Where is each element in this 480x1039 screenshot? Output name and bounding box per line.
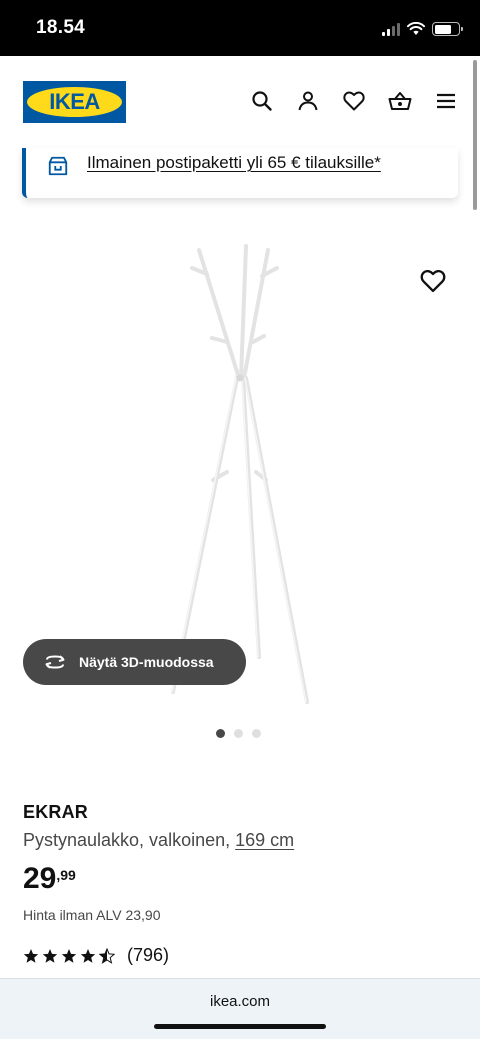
- status-icons: [382, 20, 463, 38]
- review-count: (796): [127, 945, 170, 965]
- star-icon: [61, 948, 77, 963]
- price-integer: 29: [23, 862, 57, 895]
- parcel-icon: [48, 156, 68, 176]
- logo-text: IKEA: [49, 89, 100, 114]
- status-time: 18.54: [36, 17, 86, 38]
- site-header: IKEA: [0, 56, 480, 148]
- star-icon: [42, 948, 58, 963]
- product-price: 29 ,99: [23, 862, 76, 896]
- search-icon[interactable]: [250, 89, 274, 113]
- battery-icon: [432, 22, 463, 36]
- user-icon[interactable]: [296, 89, 320, 113]
- view-3d-button[interactable]: Näytä 3D-muodossa: [23, 639, 246, 685]
- product-size-link[interactable]: 169 cm: [235, 830, 294, 850]
- gallery-dot-1[interactable]: [216, 729, 225, 738]
- free-shipping-banner[interactable]: Ilmainen postipaketti yli 65 € tilauksil…: [22, 148, 458, 198]
- ikea-logo[interactable]: IKEA: [23, 81, 126, 123]
- menu-icon[interactable]: [434, 89, 458, 113]
- star-icon: [23, 948, 39, 963]
- star-icon: [80, 948, 96, 963]
- banner-link[interactable]: Ilmainen postipaketti yli 65 € tilauksil…: [87, 153, 381, 173]
- basket-icon[interactable]: [388, 89, 412, 113]
- product-description: Pystynaulakko, valkoinen, 169 cm: [23, 830, 294, 851]
- add-to-favourites-icon[interactable]: [419, 267, 447, 295]
- rotate-3d-icon: [45, 655, 65, 669]
- view-3d-label: Näytä 3D-muodossa: [79, 654, 214, 670]
- gallery-dot-3[interactable]: [252, 729, 261, 738]
- cellular-signal-icon: [382, 22, 400, 36]
- home-indicator[interactable]: [154, 1024, 326, 1029]
- header-icons: [250, 89, 458, 113]
- price-without-vat: Hinta ilman ALV 23,90: [23, 907, 161, 923]
- page-scrollbar[interactable]: [473, 60, 477, 210]
- gallery-pagination: [216, 729, 261, 738]
- rating-stars: [23, 947, 115, 964]
- product-rating[interactable]: (796): [23, 945, 169, 966]
- price-decimal: ,99: [56, 867, 76, 883]
- heart-icon[interactable]: [342, 89, 366, 113]
- status-bar: 18.54: [0, 0, 480, 56]
- logo-oval: IKEA: [27, 87, 122, 117]
- browser-url[interactable]: ikea.com: [0, 993, 480, 1010]
- browser-address-bar: ikea.com: [0, 978, 480, 1039]
- product-name: EKRAR: [23, 802, 89, 822]
- gallery-dot-2[interactable]: [234, 729, 243, 738]
- product-description-text: Pystynaulakko, valkoinen,: [23, 830, 231, 850]
- half-star-icon: [99, 947, 115, 964]
- wifi-icon: [407, 22, 425, 35]
